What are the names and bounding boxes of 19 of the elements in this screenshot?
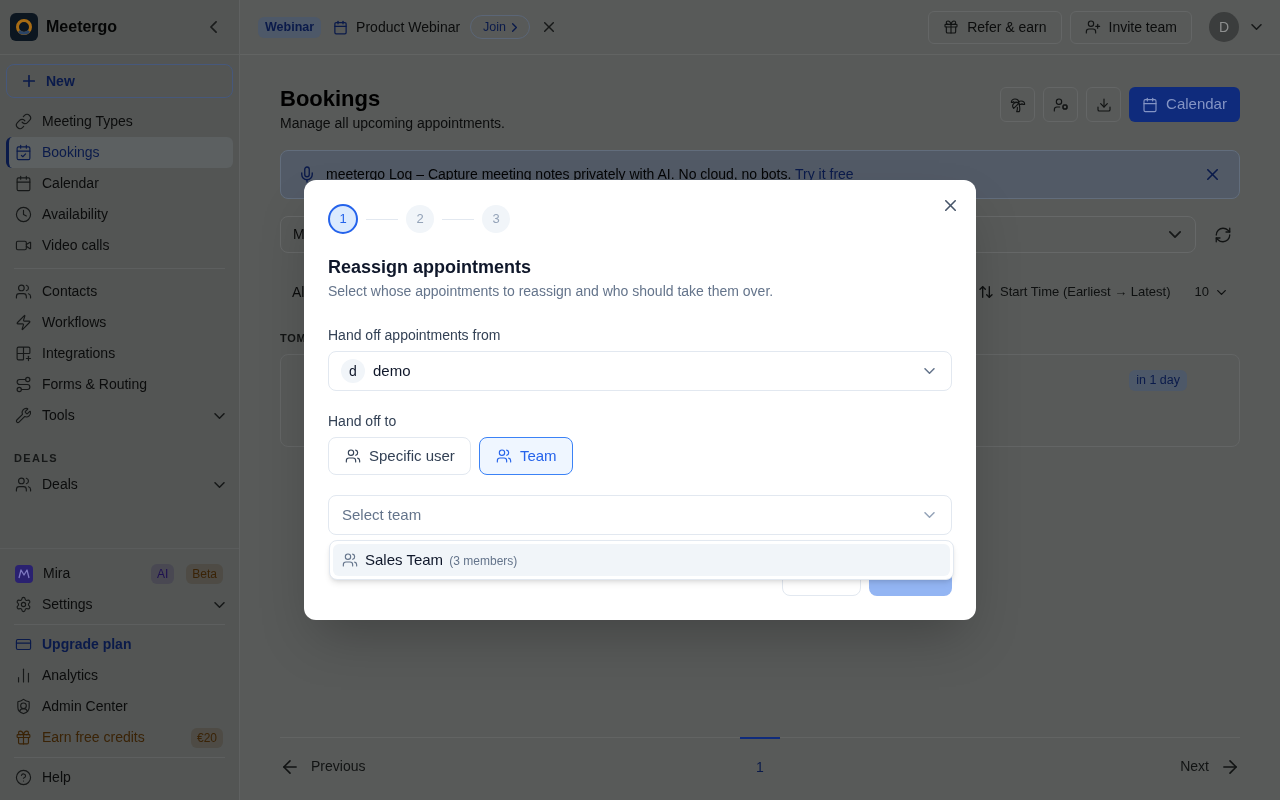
page-title: Bookings	[280, 85, 382, 113]
list-text: Al	[292, 282, 305, 302]
event-type-badge: Webinar	[258, 16, 322, 38]
dialog-title: Reassign appointments	[328, 256, 532, 279]
tag-badge: Beta	[186, 563, 223, 584]
field-label: Hand off to	[328, 412, 397, 431]
brand-name: Meetergo	[46, 17, 118, 37]
step-indicator: 2	[406, 205, 434, 233]
time-badge: in 1 day	[1129, 370, 1187, 391]
step-indicator: 3	[482, 205, 510, 233]
page-subtitle: Manage all upcoming appointments.	[280, 114, 505, 133]
field-label: Hand off appointments from	[328, 326, 501, 345]
event-title: Product Webinar	[356, 17, 461, 37]
section-heading: DEALS	[13, 451, 58, 465]
tag-badge: €20	[190, 727, 223, 748]
dialog-subtitle: Select whose appointments to reassign and who should take them over.	[328, 282, 774, 301]
tag-badge: AI	[150, 563, 175, 584]
step-indicator: 1	[328, 204, 358, 234]
user-avatar: d	[341, 359, 365, 383]
